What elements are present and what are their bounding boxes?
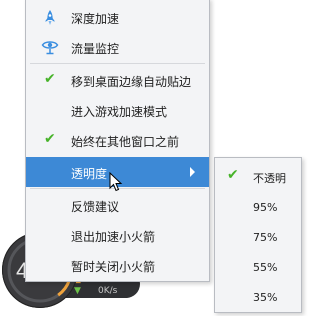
mouse-cursor-icon [109,172,123,192]
submenu-item-label: 不透明 [253,172,286,185]
menu-item-traffic-monitor[interactable]: 流量监控 [26,32,209,62]
menu-item-label: 退出加速小火箭 [71,230,156,244]
menu-item-label: 始终在其他窗口之前 [71,135,180,149]
menu-item-label: 暂时关闭小火箭 [71,260,156,274]
menu-item-feedback[interactable]: 反馈建议 [26,190,209,220]
submenu-item-95[interactable]: 95% [215,192,301,222]
menu-separator [30,63,205,64]
download-arrow-icon: ▼ [74,286,81,296]
submenu-item-35[interactable]: 35% [215,282,301,312]
menu-item-deep-acceleration[interactable]: 深度加速 [26,2,209,32]
submenu-item-label: 35% [253,291,278,304]
menu-item-game-mode[interactable]: 进入游戏加速模式 [26,95,209,125]
submenu-arrow-icon [190,167,195,177]
menu-item-label: 深度加速 [71,12,120,26]
check-icon: ✔ [44,71,56,87]
menu-item-always-on-top[interactable]: ✔ 始终在其他窗口之前 [26,125,209,155]
context-menu: 深度加速 流量监控 ✔ 移到桌面边缘自动贴边 进入游戏加速模式 ✔ 始终在其他窗… [25,0,210,282]
screen: ▲ ▼ 0K/s 40% 深度加速 [0,0,306,316]
submenu-item-55[interactable]: 55% [215,252,301,282]
submenu-item-label: 95% [253,201,278,214]
menu-item-exit[interactable]: 退出加速小火箭 [26,220,209,250]
download-speed: 0K/s [98,286,118,296]
transparency-submenu: ✔ 不透明 95% 75% 55% 35% [214,157,302,313]
menu-item-snap-to-edge[interactable]: ✔ 移到桌面边缘自动贴边 [26,65,209,95]
menu-item-label: 进入游戏加速模式 [71,105,168,119]
menu-item-label: 透明度 [71,167,108,181]
menu-item-temporarily-close[interactable]: 暂时关闭小火箭 [26,250,209,280]
submenu-item-label: 55% [253,261,278,274]
check-icon: ✔ [44,131,56,147]
menu-item-label: 移到桌面边缘自动贴边 [71,75,192,89]
check-icon: ✔ [227,167,239,183]
menu-item-label: 反馈建议 [71,200,120,214]
submenu-item-opaque[interactable]: ✔ 不透明 [215,161,301,191]
rocket-icon [41,9,59,25]
monitor-eye-icon [41,39,59,55]
menu-item-label: 流量监控 [71,42,120,56]
submenu-item-label: 75% [253,231,278,244]
submenu-item-75[interactable]: 75% [215,222,301,252]
